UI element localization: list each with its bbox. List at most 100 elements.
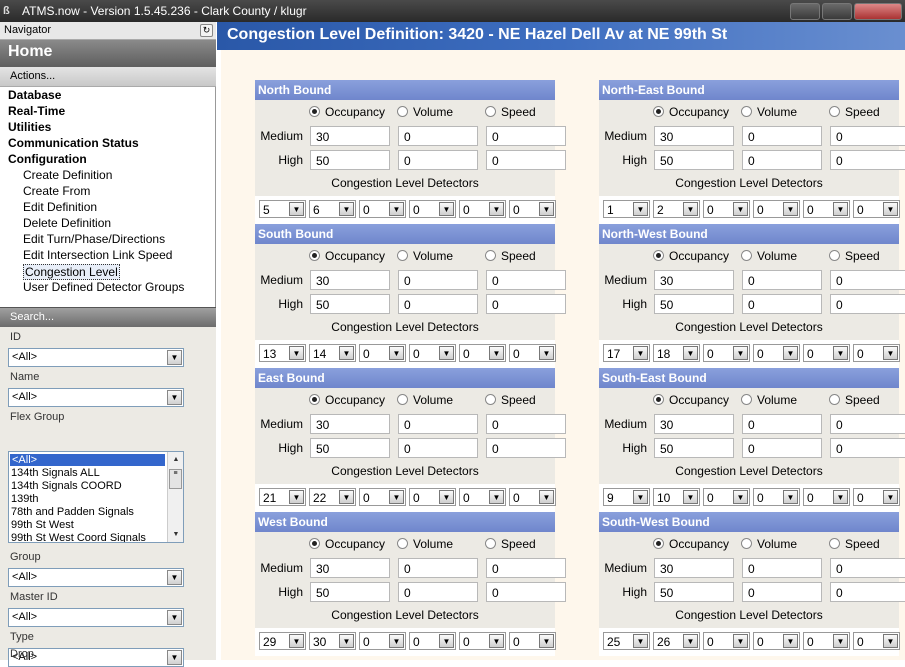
tree-item-create-from[interactable]: Create From xyxy=(23,184,90,198)
flex-group-list[interactable]: <All> 134th Signals ALL 134th Signals COOR… xyxy=(8,451,184,543)
chevron-down-icon[interactable]: ▼ xyxy=(389,490,404,504)
detector-select[interactable]: 0 ▼ xyxy=(509,632,556,650)
radio-icon[interactable] xyxy=(485,106,496,117)
radio-icon[interactable] xyxy=(741,538,752,549)
radio-icon[interactable] xyxy=(309,538,320,549)
tree-item-utilities[interactable]: Utilities xyxy=(8,120,51,134)
chevron-down-icon[interactable]: ▼ xyxy=(289,634,304,648)
detector-select[interactable]: 0 ▼ xyxy=(359,344,406,362)
volume-radio[interactable]: Volume xyxy=(741,249,797,263)
detector-select[interactable]: 0 ▼ xyxy=(703,344,750,362)
detector-select[interactable]: 6 ▼ xyxy=(309,200,356,218)
refresh-icon[interactable]: ↻ xyxy=(200,24,213,37)
detector-select[interactable]: 25 ▼ xyxy=(603,632,650,650)
medium-threshold-field[interactable]: 0 xyxy=(742,270,822,290)
speed-radio[interactable]: Speed xyxy=(829,537,880,551)
detector-select[interactable]: 13 ▼ xyxy=(259,344,306,362)
medium-threshold-field[interactable]: 0 xyxy=(830,126,905,146)
detector-select[interactable]: 0 ▼ xyxy=(803,488,850,506)
detector-select[interactable]: 0 ▼ xyxy=(853,632,900,650)
list-item[interactable]: <All> xyxy=(10,454,165,466)
medium-threshold-field[interactable]: 30 xyxy=(310,126,390,146)
tree-item-create-definition[interactable]: Create Definition xyxy=(23,168,112,182)
chevron-down-icon[interactable]: ▼ xyxy=(683,634,698,648)
chevron-down-icon[interactable]: ▼ xyxy=(167,650,182,665)
chevron-down-icon[interactable]: ▼ xyxy=(883,490,898,504)
tree-item-congestion-level[interactable]: Congestion Level xyxy=(23,264,120,280)
tree-item-edit-turn-phase-directions[interactable]: Edit Turn/Phase/Directions xyxy=(23,232,165,246)
scroll-thumb[interactable]: ≡ xyxy=(169,469,182,489)
detector-select[interactable]: 0 ▼ xyxy=(409,488,456,506)
radio-icon[interactable] xyxy=(397,538,408,549)
chevron-down-icon[interactable]: ▼ xyxy=(339,346,354,360)
high-threshold-field[interactable]: 0 xyxy=(830,294,905,314)
tree-item-user-defined-detector-groups[interactable]: User Defined Detector Groups xyxy=(23,280,184,294)
radio-icon[interactable] xyxy=(741,394,752,405)
chevron-down-icon[interactable]: ▼ xyxy=(339,202,354,216)
medium-threshold-field[interactable]: 0 xyxy=(742,126,822,146)
volume-radio[interactable]: Volume xyxy=(741,537,797,551)
medium-threshold-field[interactable]: 30 xyxy=(654,126,734,146)
high-threshold-field[interactable]: 50 xyxy=(654,294,734,314)
chevron-down-icon[interactable]: ▼ xyxy=(389,346,404,360)
high-threshold-field[interactable]: 0 xyxy=(486,294,566,314)
chevron-down-icon[interactable]: ▼ xyxy=(733,346,748,360)
minimize-button[interactable] xyxy=(790,3,820,20)
home-header[interactable]: Home xyxy=(0,40,216,67)
chevron-down-icon[interactable]: ▼ xyxy=(489,202,504,216)
radio-icon[interactable] xyxy=(653,106,664,117)
master-id-select[interactable]: <All> ▼ xyxy=(8,608,184,627)
high-threshold-field[interactable]: 0 xyxy=(830,582,905,602)
detector-select[interactable]: 0 ▼ xyxy=(753,632,800,650)
chevron-down-icon[interactable]: ▼ xyxy=(633,202,648,216)
radio-icon[interactable] xyxy=(653,250,664,261)
scroll-up-icon[interactable]: ▲ xyxy=(169,453,183,466)
detector-select[interactable]: 30 ▼ xyxy=(309,632,356,650)
detector-select[interactable]: 0 ▼ xyxy=(753,344,800,362)
chevron-down-icon[interactable]: ▼ xyxy=(539,490,554,504)
speed-radio[interactable]: Speed xyxy=(829,249,880,263)
chevron-down-icon[interactable]: ▼ xyxy=(883,346,898,360)
radio-icon[interactable] xyxy=(485,250,496,261)
search-header[interactable]: Search... xyxy=(0,307,216,327)
detector-select[interactable]: 0 ▼ xyxy=(359,200,406,218)
maximize-button[interactable] xyxy=(822,3,852,20)
chevron-down-icon[interactable]: ▼ xyxy=(289,346,304,360)
chevron-down-icon[interactable]: ▼ xyxy=(633,490,648,504)
medium-threshold-field[interactable]: 30 xyxy=(654,270,734,290)
chevron-down-icon[interactable]: ▼ xyxy=(683,346,698,360)
detector-select[interactable]: 10 ▼ xyxy=(653,488,700,506)
detector-select[interactable]: 0 ▼ xyxy=(509,344,556,362)
chevron-down-icon[interactable]: ▼ xyxy=(167,390,182,405)
detector-select[interactable]: 14 ▼ xyxy=(309,344,356,362)
high-threshold-field[interactable]: 50 xyxy=(654,150,734,170)
name-select[interactable]: <All> ▼ xyxy=(8,388,184,407)
occupancy-radio[interactable]: Occupancy xyxy=(309,537,385,551)
high-threshold-field[interactable]: 0 xyxy=(398,438,478,458)
detector-select[interactable]: 2 ▼ xyxy=(653,200,700,218)
medium-threshold-field[interactable]: 0 xyxy=(486,270,566,290)
medium-threshold-field[interactable]: 0 xyxy=(486,558,566,578)
chevron-down-icon[interactable]: ▼ xyxy=(339,490,354,504)
occupancy-radio[interactable]: Occupancy xyxy=(309,249,385,263)
chevron-down-icon[interactable]: ▼ xyxy=(633,634,648,648)
detector-select[interactable]: 0 ▼ xyxy=(359,632,406,650)
detector-select[interactable]: 21 ▼ xyxy=(259,488,306,506)
detector-select[interactable]: 17 ▼ xyxy=(603,344,650,362)
occupancy-radio[interactable]: Occupancy xyxy=(309,105,385,119)
chevron-down-icon[interactable]: ▼ xyxy=(833,490,848,504)
chevron-down-icon[interactable]: ▼ xyxy=(439,202,454,216)
list-item[interactable]: 99th St West xyxy=(11,519,74,531)
radio-icon[interactable] xyxy=(309,394,320,405)
high-threshold-field[interactable]: 0 xyxy=(742,150,822,170)
medium-threshold-field[interactable]: 0 xyxy=(486,126,566,146)
detector-select[interactable]: 0 ▼ xyxy=(753,200,800,218)
chevron-down-icon[interactable]: ▼ xyxy=(783,346,798,360)
medium-threshold-field[interactable]: 30 xyxy=(654,558,734,578)
chevron-down-icon[interactable]: ▼ xyxy=(489,634,504,648)
tree-item-configuration[interactable]: Configuration xyxy=(8,152,87,166)
medium-threshold-field[interactable]: 0 xyxy=(742,414,822,434)
type-select[interactable]: <All> ▼ xyxy=(8,648,184,667)
detector-select[interactable]: 0 ▼ xyxy=(359,488,406,506)
radio-icon[interactable] xyxy=(397,394,408,405)
